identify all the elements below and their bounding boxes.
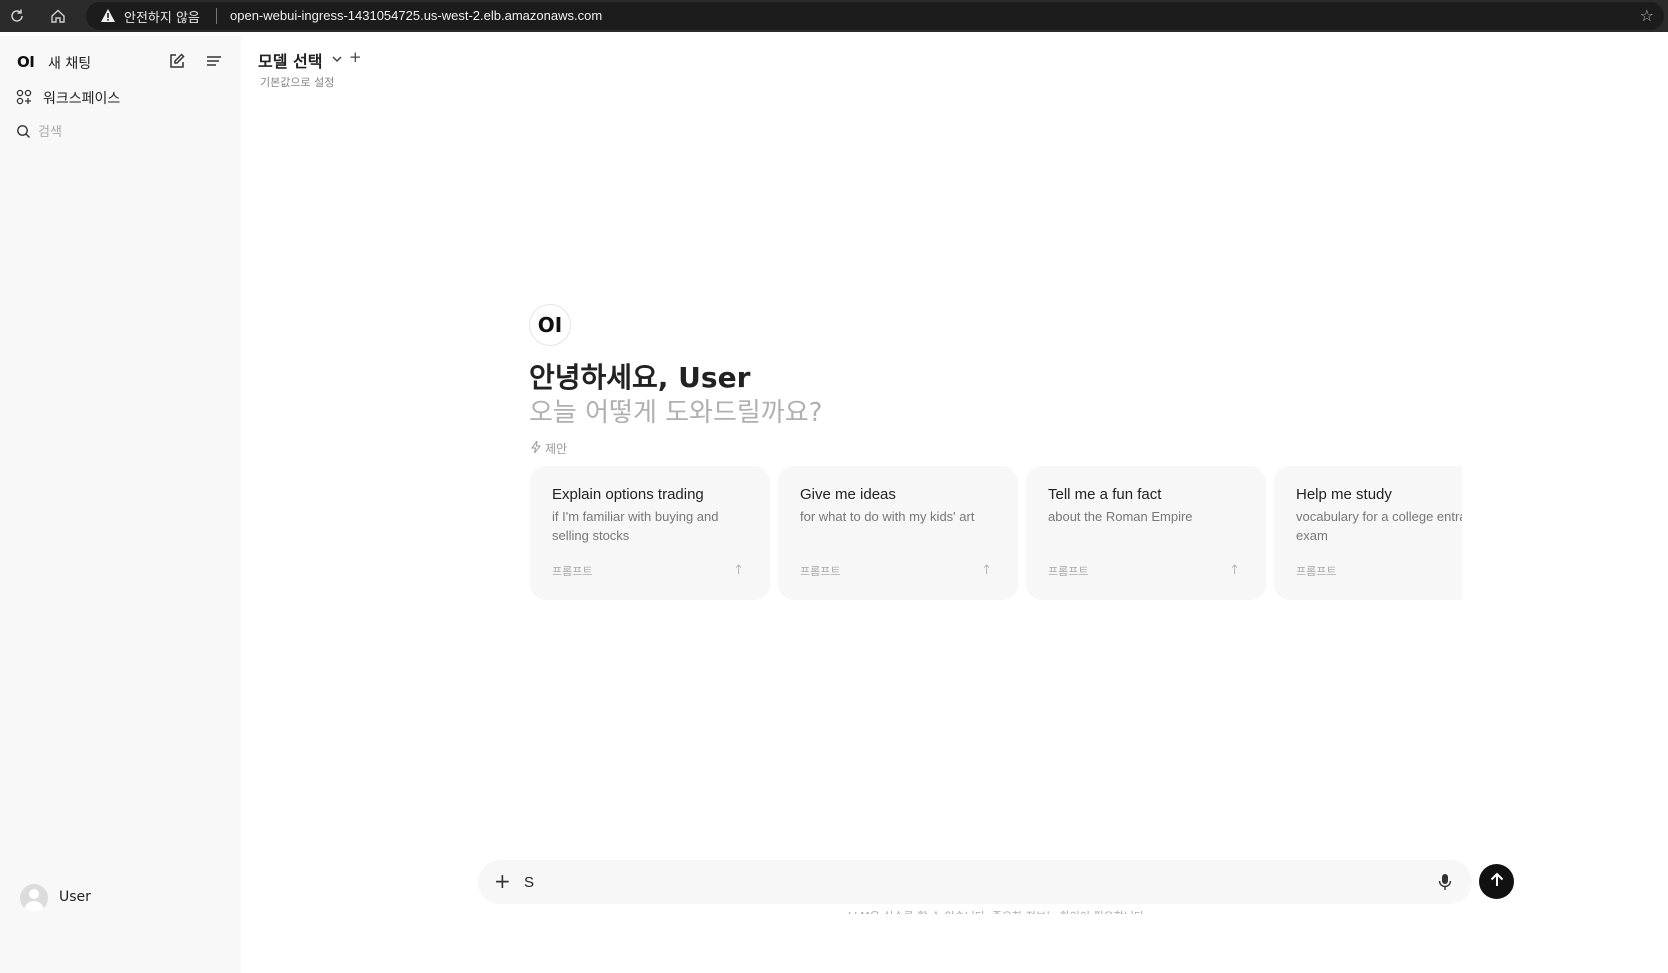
suggestion-subtitle: about the Roman Empire xyxy=(1048,509,1193,524)
sidebar-logo[interactable]: OI xyxy=(17,53,35,71)
message-composer: + xyxy=(478,860,1472,904)
new-chat-button[interactable]: 새 채팅 xyxy=(48,53,91,73)
home-icon[interactable] xyxy=(46,4,70,28)
greeting-title: 안녕하세요, User xyxy=(529,361,751,394)
workspace-icon[interactable] xyxy=(16,89,32,109)
disclaimer-text: LLM은 실수를 할 수 있습니다. 중요한 정보는 확인이 필요합니다. xyxy=(848,908,1148,914)
suggestion-subtitle: for what to do with my kids' art xyxy=(800,509,975,524)
suggestion-subtitle: vocabulary for a college entrance exam xyxy=(1296,509,1462,543)
suggestion-title: Explain options trading xyxy=(552,486,704,503)
suggestion-tag: 프롬프트 xyxy=(1296,565,1337,578)
greeting-subtitle: 오늘 어떻게 도와드릴까요? xyxy=(529,398,823,428)
avatar[interactable] xyxy=(20,884,48,912)
suggestion-title: Give me ideas xyxy=(800,486,896,503)
chevron-down-icon[interactable] xyxy=(331,50,343,69)
search-icon xyxy=(16,124,31,143)
suggestion-card[interactable]: Tell me a fun fact about the Roman Empir… xyxy=(1026,466,1266,600)
new-chat-edit-icon[interactable] xyxy=(168,52,186,74)
warning-icon[interactable] xyxy=(100,8,116,27)
suggestion-title: Help me study xyxy=(1296,486,1392,503)
message-input[interactable] xyxy=(524,871,1404,893)
suggestion-tag: 프롬프트 xyxy=(552,565,593,578)
suggestions-header: 제안 xyxy=(531,439,568,457)
address-bar[interactable]: 안전하지 않음 open-webui-ingress-1431054725.us… xyxy=(86,2,1664,30)
suggestion-tag: 프롬프트 xyxy=(1048,565,1089,578)
microphone-icon[interactable] xyxy=(1438,873,1452,895)
browser-toolbar: 안전하지 않음 open-webui-ingress-1431054725.us… xyxy=(0,0,1668,32)
sidebar-item-workspace[interactable]: 워크스페이스 xyxy=(43,88,120,108)
suggestion-subtitle: if I'm familiar with buying and selling … xyxy=(552,509,719,543)
search-input[interactable] xyxy=(38,121,218,143)
set-default-link[interactable]: 기본값으로 설정 xyxy=(260,74,334,90)
url-divider xyxy=(216,8,217,24)
bolt-icon xyxy=(531,439,542,456)
suggestion-title: Tell me a fun fact xyxy=(1048,486,1162,503)
model-logo: OI xyxy=(529,304,571,346)
send-button[interactable] xyxy=(1479,864,1514,899)
suggestion-card[interactable]: Help me study vocabulary for a college e… xyxy=(1274,466,1462,600)
arrow-up-icon xyxy=(1488,871,1506,893)
suggestion-card[interactable]: Explain options trading if I'm familiar … xyxy=(530,466,770,600)
suggestion-list: Explain options trading if I'm familiar … xyxy=(530,466,1462,602)
attach-plus-button[interactable]: + xyxy=(494,870,511,892)
add-model-button[interactable]: + xyxy=(349,48,362,66)
security-label[interactable]: 안전하지 않음 xyxy=(124,7,200,26)
url-text[interactable]: open-webui-ingress-1431054725.us-west-2.… xyxy=(230,8,602,23)
suggestions-label: 제안 xyxy=(545,442,568,456)
model-select-button[interactable]: 모델 선택 xyxy=(258,48,322,72)
arrow-up-icon: ↑ xyxy=(1229,563,1240,578)
suggestion-card[interactable]: Give me ideas for what to do with my kid… xyxy=(778,466,1018,600)
arrow-up-icon: ↑ xyxy=(733,563,744,578)
reload-icon[interactable] xyxy=(5,4,29,28)
sidebar: OI 새 채팅 워크스페이스 User xyxy=(0,36,241,973)
suggestion-tag: 프롬프트 xyxy=(800,565,841,578)
bookmark-star-icon[interactable]: ☆ xyxy=(1640,6,1654,25)
sidebar-toggle-icon[interactable] xyxy=(205,52,223,74)
user-name[interactable]: User xyxy=(59,889,91,905)
arrow-up-icon: ↑ xyxy=(981,563,992,578)
